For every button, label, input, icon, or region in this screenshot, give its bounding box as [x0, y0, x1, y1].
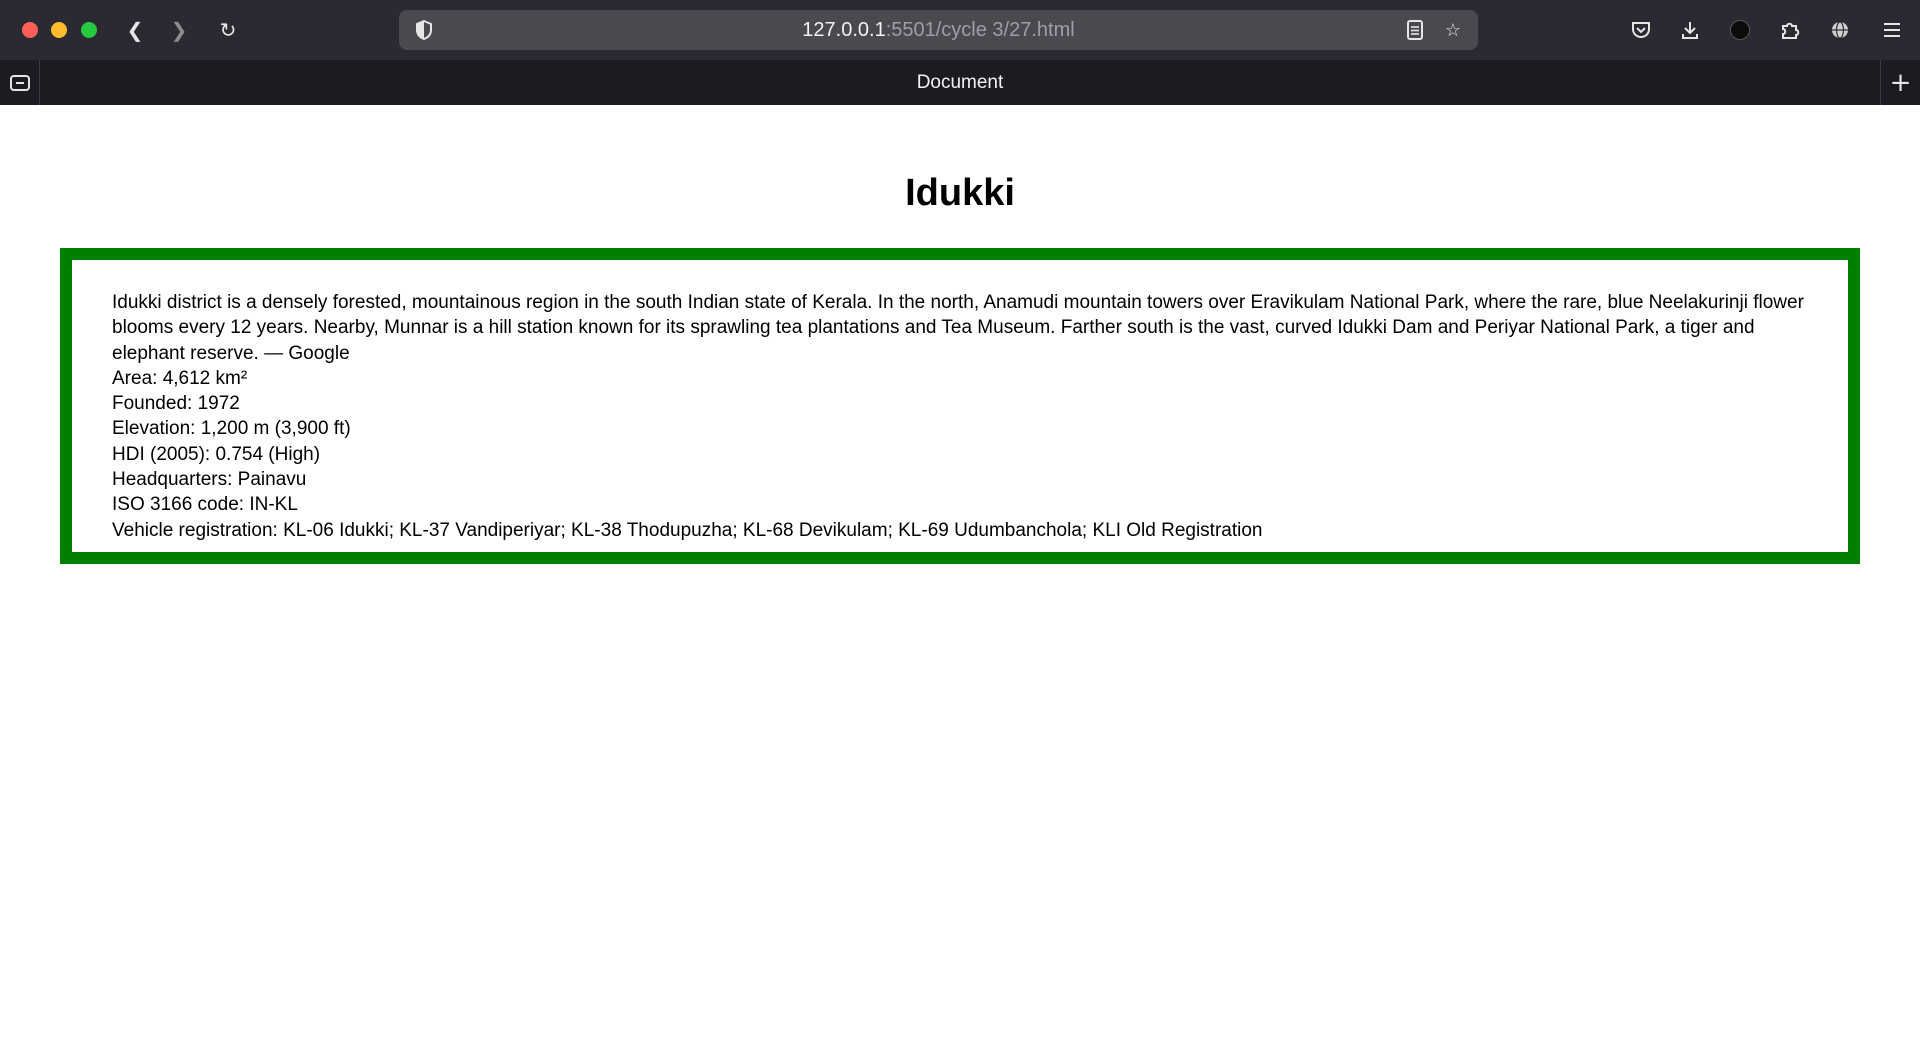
account-icon[interactable]: [1724, 14, 1756, 46]
fact-vehicle-registration: Vehicle registration: KL-06 Idukki; KL-3…: [112, 519, 1263, 541]
fact-iso-code: ISO 3166 code: IN-KL: [112, 494, 298, 516]
url-path: :5501/cycle 3/27.html: [885, 19, 1075, 41]
maximize-window-button[interactable]: [81, 22, 97, 38]
description-text: Idukki district is a densely forested, m…: [112, 292, 1804, 364]
tab-document[interactable]: Document: [40, 60, 1880, 105]
forward-arrow-icon[interactable]: ❯: [163, 14, 195, 46]
star-icon[interactable]: ☆: [1438, 10, 1468, 50]
plus-icon[interactable]: +: [1880, 60, 1920, 105]
minimize-window-button[interactable]: [51, 22, 67, 38]
pocket-icon[interactable]: [1625, 14, 1657, 46]
reload-icon[interactable]: ↻: [212, 14, 244, 46]
globe-icon[interactable]: [1824, 14, 1856, 46]
fact-elevation: Elevation: 1,200 m (3,900 ft): [112, 418, 351, 440]
tab-overview-icon[interactable]: [0, 60, 40, 105]
close-window-button[interactable]: [22, 22, 38, 38]
fact-hdi: HDI (2005): 0.754 (High): [112, 443, 321, 465]
fact-founded: Founded: 1972: [112, 393, 240, 415]
url-host: 127.0.0.1: [802, 19, 886, 41]
address-bar[interactable]: 127.0.0.1:5501/cycle 3/27.html ☆: [399, 10, 1478, 1062]
info-box: Idukki district is a densely forested, m…: [60, 248, 1860, 564]
fact-area: Area: 4,612 km²: [112, 367, 248, 389]
account-avatar: [1730, 20, 1750, 40]
puzzle-icon[interactable]: [1774, 14, 1806, 46]
reader-view-icon[interactable]: [1400, 10, 1430, 50]
back-arrow-icon[interactable]: ❮: [119, 14, 151, 46]
fact-headquarters: Headquarters: Painavu: [112, 469, 307, 491]
url-text[interactable]: 127.0.0.1:5501/cycle 3/27.html: [399, 10, 1478, 50]
page-content: Idukki Idukki district is a densely fore…: [0, 105, 1920, 1052]
download-icon[interactable]: [1674, 14, 1706, 46]
page-title: Idukki: [905, 172, 1015, 214]
tab-overview-glyph: [9, 74, 30, 91]
tab-strip: Document +: [0, 60, 1920, 105]
browser-toolbar: ❮ ❯ ↻ 127.0.0.1:5501/cycle 3/27.html ☆: [0, 0, 1920, 1062]
hamburger-menu-icon[interactable]: [1876, 14, 1908, 46]
